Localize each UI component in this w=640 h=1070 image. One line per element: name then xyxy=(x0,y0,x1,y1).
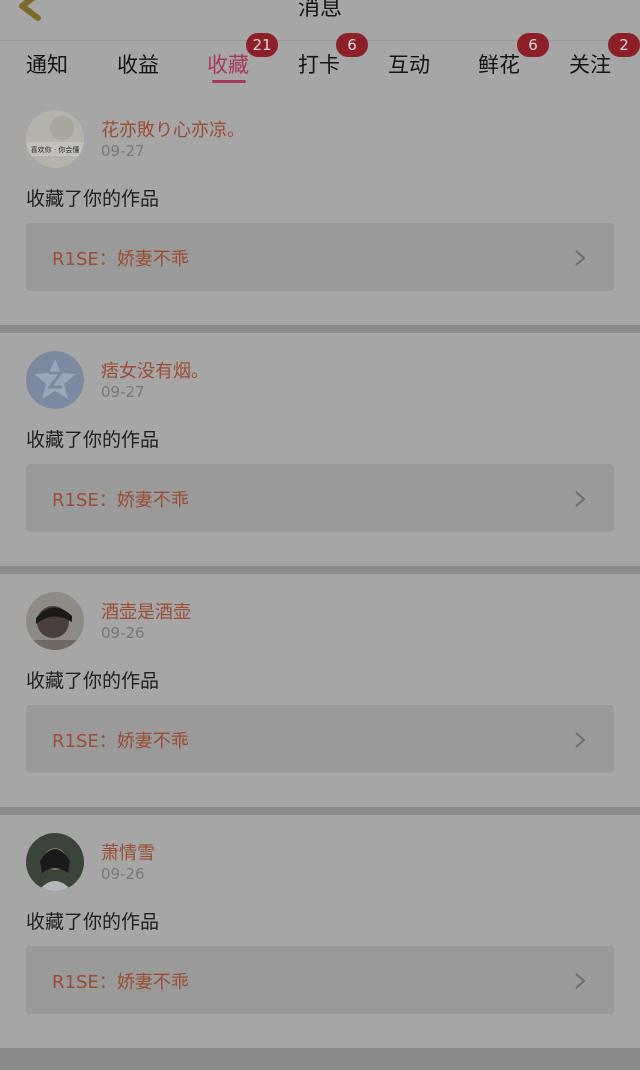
active-tab-indicator xyxy=(212,80,246,83)
tab-label: 关注 xyxy=(569,53,611,77)
chevron-right-icon xyxy=(575,491,586,507)
work-title: R1SE：娇妻不乖 xyxy=(52,731,189,752)
tab-label: 通知 xyxy=(26,53,68,77)
work-link[interactable]: R1SE：娇妻不乖 xyxy=(26,223,614,291)
list-item: 痞女没有烟。 09-27 收藏了你的作品 R1SE：娇妻不乖 xyxy=(0,333,640,566)
avatar[interactable] xyxy=(26,351,84,409)
username[interactable]: 萧情雪 xyxy=(101,839,155,865)
avatar-text: 喜欢你 · 你会懂 xyxy=(31,145,80,154)
username[interactable]: 痞女没有烟。 xyxy=(101,357,209,383)
tab-checkin[interactable]: 打卡 xyxy=(298,49,340,79)
timestamp: 09-27 xyxy=(101,142,145,160)
username[interactable]: 酒壶是酒壶 xyxy=(101,598,191,624)
page-title: 消息 xyxy=(297,0,342,21)
avatar[interactable] xyxy=(26,833,84,891)
chevron-right-icon xyxy=(575,250,586,266)
avatar[interactable]: 喜欢你 · 你会懂 xyxy=(26,110,84,168)
list-item: 萧情雪 09-26 收藏了你的作品 R1SE：娇妻不乖 xyxy=(0,815,640,1048)
message-list: 喜欢你 · 你会懂 花亦敗り心亦凉。 09-27 收藏了你的作品 R1SE：娇妻… xyxy=(0,92,640,1056)
header-bar: 消息 xyxy=(0,0,640,40)
tab-follow-badge: 2 xyxy=(608,33,640,57)
tab-notification[interactable]: 通知 xyxy=(26,49,68,79)
tab-label: 收藏 xyxy=(207,53,249,77)
chevron-right-icon xyxy=(575,973,586,989)
avatar[interactable] xyxy=(26,592,84,650)
action-text: 收藏了你的作品 xyxy=(26,911,160,933)
tab-flowers-badge: 6 xyxy=(517,33,549,57)
tab-flowers[interactable]: 鲜花 xyxy=(478,49,520,79)
chevron-right-icon xyxy=(575,732,586,748)
work-title: R1SE：娇妻不乖 xyxy=(52,490,189,511)
tab-label: 鲜花 xyxy=(478,53,520,77)
timestamp: 09-26 xyxy=(101,865,145,883)
tab-follow[interactable]: 关注 xyxy=(569,49,611,79)
timestamp: 09-26 xyxy=(101,624,145,642)
action-text: 收藏了你的作品 xyxy=(26,429,160,451)
tab-checkin-badge: 6 xyxy=(336,33,368,57)
work-link[interactable]: R1SE：娇妻不乖 xyxy=(26,464,614,532)
work-title: R1SE：娇妻不乖 xyxy=(52,972,189,993)
tab-label: 打卡 xyxy=(298,53,340,77)
tab-favorites[interactable]: 收藏 xyxy=(207,49,249,79)
tab-bar: 通知 收益 收藏 打卡 互动 鲜花 关注 21 6 6 2 xyxy=(0,33,640,92)
list-item: 喜欢你 · 你会懂 花亦敗り心亦凉。 09-27 收藏了你的作品 R1SE：娇妻… xyxy=(0,92,640,325)
work-title: R1SE：娇妻不乖 xyxy=(52,249,189,270)
work-link[interactable]: R1SE：娇妻不乖 xyxy=(26,705,614,773)
timestamp: 09-27 xyxy=(101,383,145,401)
username[interactable]: 花亦敗り心亦凉。 xyxy=(101,116,245,142)
tab-earnings[interactable]: 收益 xyxy=(117,49,159,79)
action-text: 收藏了你的作品 xyxy=(26,670,160,692)
action-text: 收藏了你的作品 xyxy=(26,188,160,210)
work-link[interactable]: R1SE：娇妻不乖 xyxy=(26,946,614,1014)
tab-label: 互动 xyxy=(388,53,430,77)
tab-favorites-badge: 21 xyxy=(246,33,278,57)
tab-interaction[interactable]: 互动 xyxy=(388,49,430,79)
tab-label: 收益 xyxy=(117,53,159,77)
list-item: 酒壶是酒壶 09-26 收藏了你的作品 R1SE：娇妻不乖 xyxy=(0,574,640,807)
